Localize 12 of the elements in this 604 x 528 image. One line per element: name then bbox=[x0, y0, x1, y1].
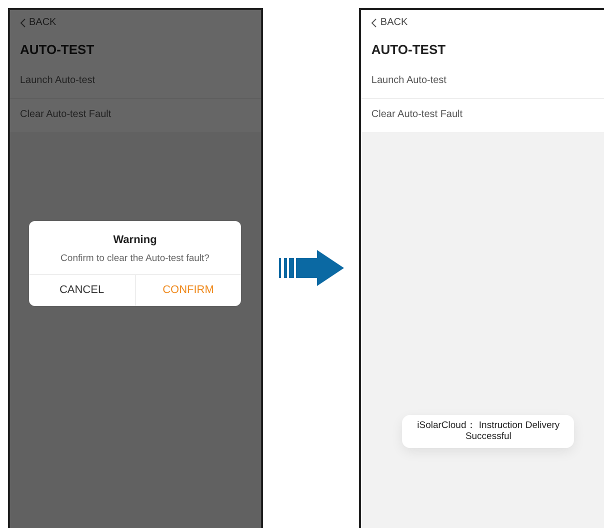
chevron-left-icon bbox=[371, 18, 378, 28]
dialog-message: Confirm to clear the Auto-test fault? bbox=[60, 253, 210, 264]
right-arrow-icon bbox=[278, 250, 344, 286]
page-title: AUTO-TEST bbox=[370, 41, 447, 59]
page-title: AUTO-TEST bbox=[19, 41, 96, 59]
cancel-button[interactable]: CANCEL bbox=[29, 275, 134, 306]
back-label: BACK bbox=[29, 17, 56, 28]
dialog-title: Warning bbox=[113, 234, 157, 246]
back-label: BACK bbox=[380, 17, 408, 28]
chevron-left-icon bbox=[20, 18, 26, 28]
back-button[interactable]: BACK bbox=[361, 10, 418, 28]
toast-message: iSolarCloud： Instruction Delivery Successful bbox=[402, 415, 574, 448]
